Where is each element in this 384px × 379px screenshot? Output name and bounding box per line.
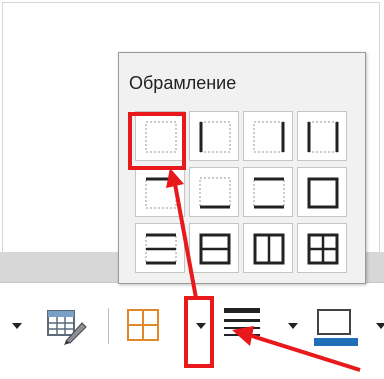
top-border-icon bbox=[145, 177, 177, 209]
dropdown-arrow-icon[interactable] bbox=[12, 323, 22, 329]
annotation-highlight-dropdown bbox=[184, 296, 214, 368]
outer-horizontal-inner-icon bbox=[145, 233, 177, 265]
preset-right-border[interactable] bbox=[243, 111, 293, 161]
preset-outer-vertical-inner[interactable] bbox=[243, 223, 293, 273]
preset-outer-grid[interactable] bbox=[297, 223, 347, 273]
border-style-icon[interactable] bbox=[222, 304, 266, 344]
preset-left-border[interactable] bbox=[189, 111, 239, 161]
bottom-border-icon bbox=[199, 177, 231, 209]
right-border-icon bbox=[253, 121, 285, 153]
outer-all-inner-icon bbox=[199, 233, 231, 265]
left-right-borders-icon bbox=[307, 121, 339, 153]
border-color-dropdown-arrow-icon[interactable] bbox=[376, 323, 384, 329]
preset-left-right-borders[interactable] bbox=[297, 111, 347, 161]
table-properties-icon[interactable] bbox=[44, 305, 88, 345]
outer-grid-icon bbox=[307, 233, 339, 265]
preset-outer-all-inner[interactable] bbox=[189, 223, 239, 273]
preset-bottom-border[interactable] bbox=[189, 167, 239, 217]
preset-top-bottom-borders[interactable] bbox=[243, 167, 293, 217]
top-bottom-borders-icon bbox=[253, 177, 285, 209]
borders-icon[interactable] bbox=[124, 306, 164, 344]
outer-border-icon bbox=[307, 177, 339, 209]
border-style-dropdown-arrow-icon[interactable] bbox=[288, 323, 298, 329]
toolbar-separator bbox=[108, 308, 109, 344]
preset-outer-border[interactable] bbox=[297, 167, 347, 217]
preset-outer-horizontal-inner[interactable] bbox=[135, 223, 185, 273]
left-border-icon bbox=[199, 121, 231, 153]
outer-vertical-inner-icon bbox=[253, 233, 285, 265]
preset-top-border[interactable] bbox=[135, 167, 185, 217]
border-color-icon[interactable] bbox=[312, 304, 360, 348]
annotation-highlight-no-borders bbox=[128, 112, 186, 170]
popup-title: Обрамление bbox=[129, 73, 237, 93]
